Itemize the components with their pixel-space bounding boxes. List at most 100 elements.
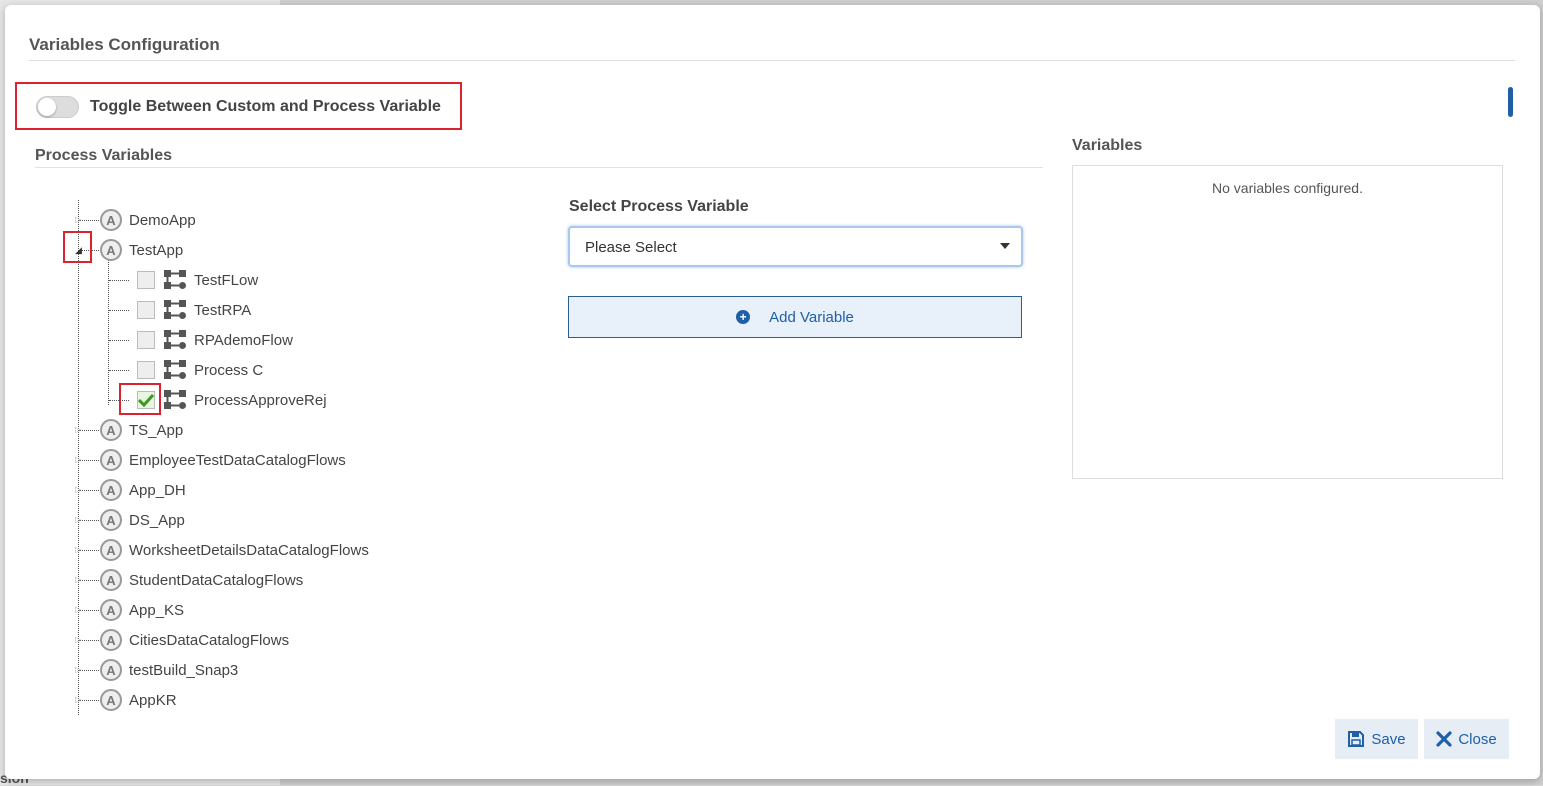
- tree-node-app[interactable]: A DemoApp: [100, 205, 196, 235]
- tree-node-app[interactable]: A StudentDataCatalogFlows: [100, 565, 303, 595]
- expand-icon[interactable]: ▷: [75, 696, 83, 704]
- tree-node-app[interactable]: A TS_App: [100, 415, 183, 445]
- tree-node-app[interactable]: A App_DH: [100, 475, 186, 505]
- tree-node-label: EmployeeTestDataCatalogFlows: [129, 451, 346, 469]
- tree-node-label: CitiesDataCatalogFlows: [129, 631, 290, 649]
- app-icon: A: [100, 239, 122, 261]
- tree-node-label: TestFLow: [194, 271, 259, 289]
- toggle-label: Toggle Between Custom and Process Variab…: [90, 98, 441, 115]
- variables-panel: No variables configured.: [1072, 165, 1503, 479]
- expand-icon[interactable]: ▷: [75, 426, 83, 434]
- process-tree: ▷ A DemoApp ◢ A TestApp TestFLow TestRPA: [65, 200, 545, 715]
- flow-icon: [164, 390, 186, 409]
- tree-node-flow[interactable]: RPAdemoFlow: [137, 325, 293, 355]
- checkbox-highlight-box: [119, 383, 161, 415]
- app-icon: A: [100, 629, 122, 651]
- tree-node-app[interactable]: A testBuild_Snap3: [100, 655, 238, 685]
- tree-node-label: TestApp: [129, 241, 184, 259]
- flow-icon: [164, 300, 186, 319]
- process-variables-divider: [35, 167, 1043, 168]
- tree-node-label: TS_App: [129, 421, 184, 439]
- add-variable-label: Add Variable: [769, 308, 854, 326]
- tree-node-label: ProcessApproveRej: [194, 391, 327, 409]
- app-icon: A: [100, 539, 122, 561]
- caret-down-icon: [1000, 243, 1010, 249]
- tree-node-label: TestRPA: [194, 301, 252, 319]
- title-divider: [29, 60, 1515, 61]
- tree-node-flow[interactable]: TestFLow: [137, 265, 258, 295]
- tree-node-flow[interactable]: ProcessApproveRej: [137, 385, 327, 415]
- app-icon: A: [100, 419, 122, 441]
- process-variables-title: Process Variables: [35, 147, 172, 164]
- modal-title: Variables Configuration: [29, 35, 220, 54]
- plus-circle-icon: +: [736, 310, 751, 324]
- tree-node-label: WorksheetDetailsDataCatalogFlows: [129, 541, 369, 559]
- tree-node-flow[interactable]: TestRPA: [137, 295, 251, 325]
- expand-icon[interactable]: ▷: [75, 486, 83, 494]
- add-variable-button[interactable]: + Add Variable: [568, 296, 1022, 338]
- close-label: Close: [1458, 730, 1497, 748]
- expand-icon[interactable]: ▷: [75, 666, 83, 674]
- tree-node-label: App_DH: [129, 481, 186, 499]
- expand-icon[interactable]: ▷: [75, 606, 83, 614]
- tree-node-app[interactable]: A AppKR: [100, 685, 177, 715]
- tree-node-label: DemoApp: [129, 211, 196, 229]
- tree-node-app[interactable]: A App_KS: [100, 595, 184, 625]
- tree-connector: [109, 340, 129, 341]
- toggle-knob: [38, 98, 56, 116]
- tree-connector: [109, 280, 129, 281]
- variables-title: Variables: [1072, 137, 1143, 154]
- tree-node-app[interactable]: A CitiesDataCatalogFlows: [100, 625, 289, 655]
- tree-node-label: App_KS: [129, 601, 185, 619]
- close-icon: [1436, 731, 1452, 747]
- flow-icon: [164, 270, 186, 289]
- flow-icon: [164, 330, 186, 349]
- tree-sub-connector: [108, 260, 109, 405]
- expand-icon[interactable]: ▷: [75, 216, 83, 224]
- flow-checkbox[interactable]: [137, 361, 155, 379]
- flow-checkbox[interactable]: [137, 271, 155, 289]
- app-icon: A: [100, 569, 122, 591]
- tree-node-label: testBuild_Snap3: [129, 661, 239, 679]
- tree-node-label: DS_App: [129, 511, 185, 529]
- flow-checkbox[interactable]: [137, 331, 155, 349]
- flow-icon: [164, 360, 186, 379]
- app-icon: A: [100, 599, 122, 621]
- flow-checkbox[interactable]: [137, 301, 155, 319]
- expand-icon[interactable]: ▷: [75, 576, 83, 584]
- scrollbar-thumb[interactable]: [1508, 87, 1513, 117]
- tree-node-label: RPAdemoFlow: [194, 331, 293, 349]
- expand-icon[interactable]: ▷: [75, 516, 83, 524]
- save-button[interactable]: Save: [1335, 719, 1418, 759]
- tree-node-label: AppKR: [129, 691, 177, 709]
- app-icon: A: [100, 689, 122, 711]
- tree-connector: [109, 370, 129, 371]
- app-icon: A: [100, 509, 122, 531]
- custom-process-toggle[interactable]: [36, 96, 79, 118]
- save-icon: [1347, 730, 1365, 748]
- close-button[interactable]: Close: [1424, 719, 1509, 759]
- empty-state-text: No variables configured.: [1212, 180, 1363, 196]
- process-variable-select[interactable]: Please Select: [568, 226, 1023, 267]
- expand-icon[interactable]: ▷: [75, 636, 83, 644]
- tree-node-app[interactable]: A WorksheetDetailsDataCatalogFlows: [100, 535, 369, 565]
- variables-config-modal: Variables Configuration Toggle Between C…: [5, 5, 1540, 779]
- app-icon: A: [100, 659, 122, 681]
- expand-icon[interactable]: ▷: [75, 546, 83, 554]
- app-icon: A: [100, 449, 122, 471]
- app-icon: A: [100, 209, 122, 231]
- expand-icon[interactable]: ▷: [75, 456, 83, 464]
- app-icon: A: [100, 479, 122, 501]
- tree-node-label: StudentDataCatalogFlows: [129, 571, 304, 589]
- tree-node-app[interactable]: A DS_App: [100, 505, 185, 535]
- tree-node-flow[interactable]: Process C: [137, 355, 263, 385]
- tree-node-app[interactable]: A EmployeeTestDataCatalogFlows: [100, 445, 346, 475]
- tree-connector: [109, 310, 129, 311]
- toggle-highlight-box: Toggle Between Custom and Process Variab…: [15, 82, 462, 130]
- tree-node-app[interactable]: A TestApp: [100, 235, 183, 265]
- save-label: Save: [1371, 730, 1406, 748]
- expand-highlight-box: [63, 231, 92, 263]
- select-value: Please Select: [585, 239, 677, 256]
- tree-node-label: Process C: [194, 361, 264, 379]
- select-process-variable-label: Select Process Variable: [569, 198, 749, 215]
